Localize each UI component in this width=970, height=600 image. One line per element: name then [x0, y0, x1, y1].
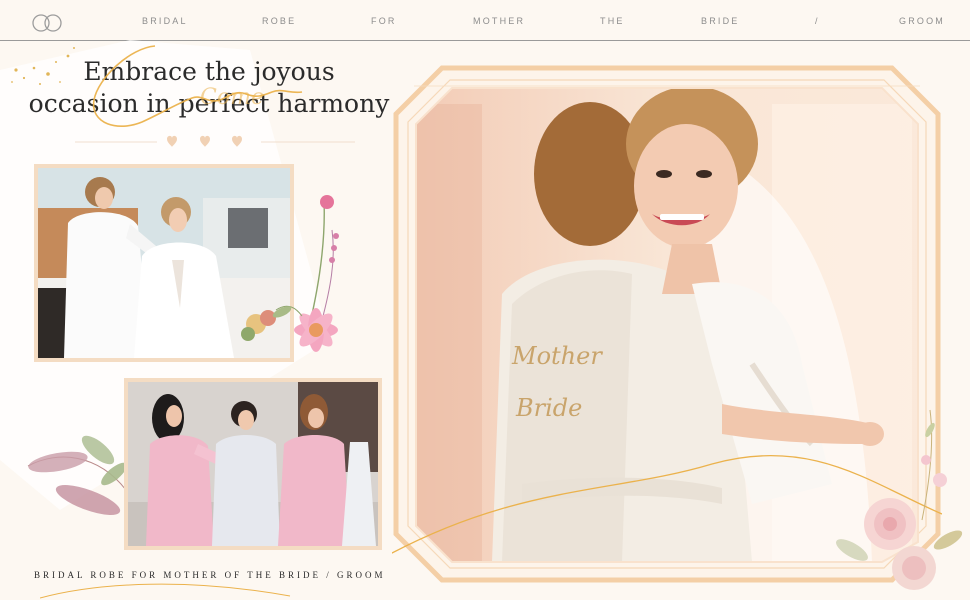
- nav-item-mother[interactable]: MOTHER: [473, 16, 525, 26]
- photo-illustration: [128, 382, 378, 546]
- nav-item-bridal[interactable]: BRIDAL: [142, 16, 188, 26]
- caption-swirl-decoration: [40, 583, 291, 599]
- nav-item-the[interactable]: THE: [600, 16, 625, 26]
- heart-icon: [200, 135, 210, 147]
- script-come-lettering: Come: [93, 45, 303, 127]
- robe-embroidery-line-1: Mother: [511, 342, 603, 370]
- rings-logo-icon[interactable]: [30, 13, 64, 33]
- leaf-icon: [27, 435, 127, 515]
- nav-item-groom[interactable]: GROOM: [899, 16, 945, 26]
- nav-item-for[interactable]: FOR: [371, 16, 397, 26]
- nav-item-bride[interactable]: BRIDE: [701, 16, 740, 26]
- heart-icon: [232, 135, 242, 147]
- robe-embroidery-line-2: Bride: [515, 394, 582, 422]
- photo-bridesmaids-robes[interactable]: [124, 378, 382, 550]
- flower-icon: [272, 195, 339, 352]
- top-navigation-bar: BRIDAL ROBE FOR MOTHER THE BRIDE / GROOM: [0, 0, 970, 41]
- hearts-divider: [75, 135, 355, 147]
- nav-item-robe[interactable]: ROBE: [262, 16, 296, 26]
- script-word: Come: [200, 85, 264, 110]
- flower-icon: [836, 409, 963, 590]
- nav-item-slash: /: [815, 16, 820, 26]
- heart-icon: [167, 135, 177, 147]
